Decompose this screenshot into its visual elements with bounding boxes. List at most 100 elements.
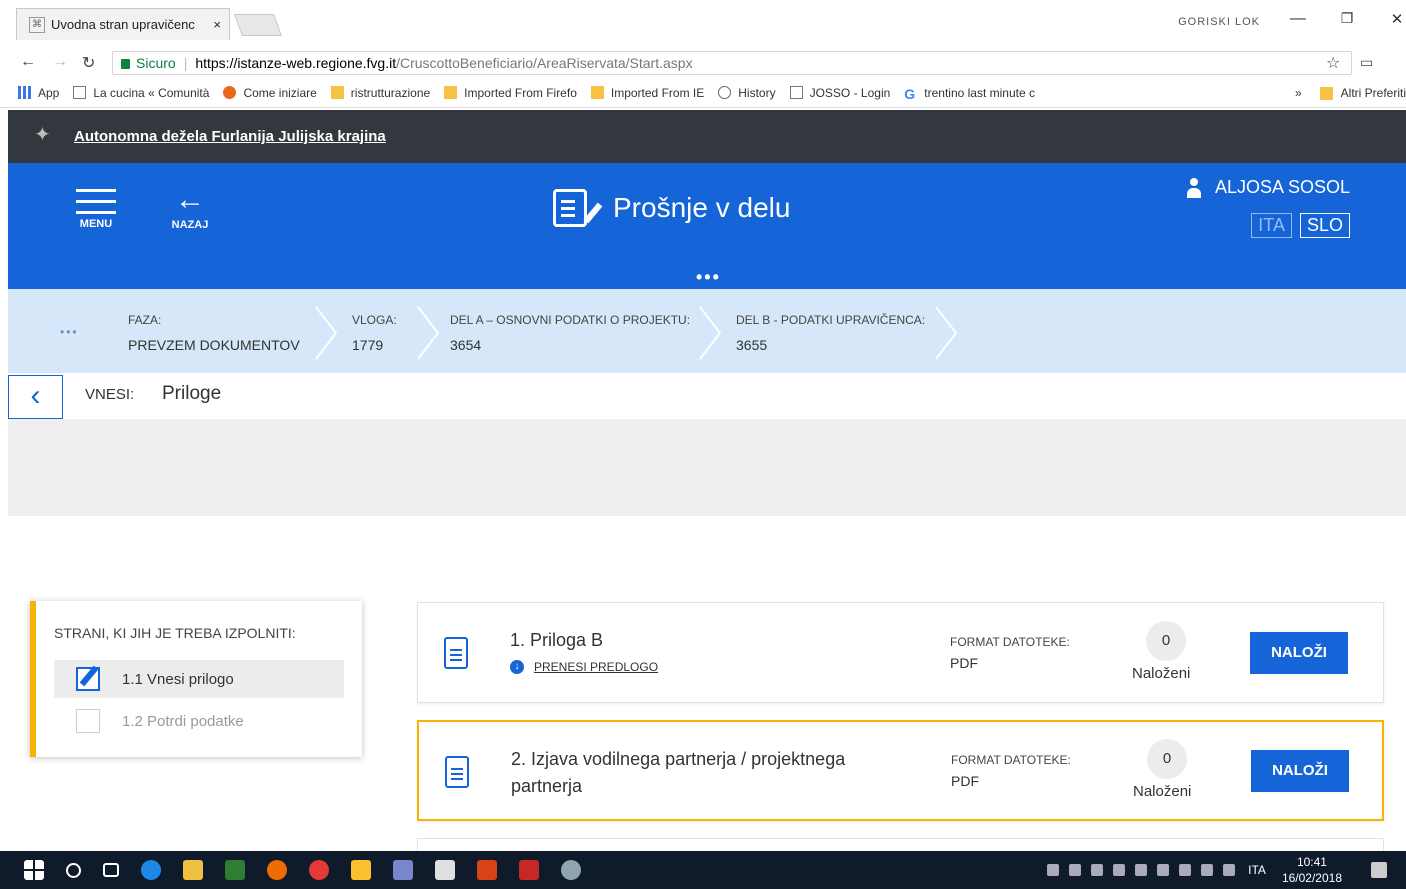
attachment-name: 2. Izjava vodilnega partnerja / projektn…	[511, 749, 846, 796]
upload-button[interactable]: NALOŽI	[1250, 632, 1348, 674]
back-label: NAZAJ	[171, 219, 209, 231]
bookmark-item[interactable]: La cucina « Comunità	[73, 86, 209, 100]
back-arrow-icon: ←	[175, 183, 205, 216]
file-icon	[445, 756, 469, 788]
bookmark-star-icon[interactable]: ☆	[1326, 53, 1340, 73]
wifi-icon[interactable]	[1179, 864, 1192, 876]
clock[interactable]: 10:41 16/02/2018	[1282, 854, 1342, 886]
bookmark-item[interactable]: History	[718, 86, 776, 100]
people-icon[interactable]	[1047, 864, 1060, 876]
hamburger-icon	[74, 189, 118, 214]
tray-app-icon[interactable]	[1223, 864, 1236, 876]
file-format: FORMAT DATOTEKE: PDF	[951, 753, 1071, 789]
upload-button[interactable]: NALOŽI	[1251, 750, 1349, 792]
attachment-card-partial	[417, 838, 1384, 852]
steps-card: STRANI, KI JIH JE TREBA IZPOLNITI: 1.1 V…	[30, 601, 362, 757]
step-item-enter-attachment[interactable]: 1.1 Vnesi prilogo	[54, 660, 344, 698]
chrome-icon[interactable]	[309, 860, 329, 880]
notifications-icon[interactable]	[1371, 862, 1387, 878]
powerpoint-icon[interactable]	[477, 860, 497, 880]
file-explorer-icon[interactable]	[183, 860, 203, 880]
checkbox-icon	[76, 709, 100, 733]
cast-icon[interactable]: ▭	[1360, 54, 1373, 71]
upload-count-badge: 0	[1147, 739, 1187, 779]
back-arrow-icon[interactable]: ←	[20, 53, 36, 71]
winrar-icon[interactable]	[393, 860, 413, 880]
paint-icon[interactable]	[561, 860, 581, 880]
download-icon: ↓	[510, 660, 524, 674]
tab-close-icon[interactable]: ×	[213, 17, 221, 32]
url-path: /CruscottoBeneficiario/AreaRiservata/Sta…	[396, 55, 693, 71]
other-bookmarks[interactable]: Altri Preferiti	[1341, 86, 1406, 100]
lang-slo-button[interactable]: SLO	[1299, 213, 1350, 238]
breadcrumb-chevron-icon	[417, 306, 440, 360]
previous-step-button[interactable]: ‹	[8, 375, 63, 419]
bookmarks-right: » Altri Preferiti	[1295, 78, 1406, 107]
network-icon[interactable]	[1157, 864, 1170, 876]
back-button[interactable]: ← NAZAJ	[168, 183, 212, 232]
url-host: https://istanze-web.regione.fvg.it	[195, 55, 397, 71]
acrobat-icon[interactable]	[519, 860, 539, 880]
omnibox[interactable]: Sicuro | https://istanze-web.regione.fvg…	[112, 51, 1352, 75]
step-item-confirm-data[interactable]: 1.2 Potrdi podatke	[54, 702, 344, 740]
expand-dots-button[interactable]: •••	[696, 267, 721, 288]
step-row: ‹ VNESI: Priloge	[8, 373, 1406, 419]
attachment-card: 1. Priloga B ↓ PRENESI PREDLOGO FORMAT D…	[417, 602, 1384, 703]
language-switch: ITA SLO	[1243, 213, 1350, 238]
language-indicator[interactable]: ITA	[1248, 863, 1266, 877]
maximize-button[interactable]: ❐	[1332, 10, 1362, 27]
download-template-link[interactable]: ↓ PRENESI PREDLOGO	[510, 660, 658, 674]
google-icon: G	[904, 86, 916, 102]
breadcrumb-chevron-icon	[699, 306, 722, 360]
mail-icon[interactable]	[435, 860, 455, 880]
firefox-icon[interactable]	[267, 860, 287, 880]
reload-icon[interactable]: ↻	[82, 53, 95, 73]
user-info[interactable]: ALJOSA SOSOL	[1186, 177, 1350, 198]
menu-button[interactable]: MENU	[74, 189, 118, 230]
bookmark-item[interactable]: Imported From IE	[590, 86, 704, 100]
region-eagle-icon: ✦	[34, 123, 51, 146]
forward-arrow-icon[interactable]: →	[52, 53, 68, 71]
tray-app-icon[interactable]	[1113, 864, 1126, 876]
edge-icon[interactable]	[141, 860, 161, 880]
excel-icon[interactable]	[225, 860, 245, 880]
file-format: FORMAT DATOTEKE: PDF	[950, 635, 1070, 671]
bookmark-item[interactable]: Gtrentino last minute c	[904, 86, 1035, 103]
edit-document-icon	[553, 189, 587, 227]
app-icon[interactable]	[351, 860, 371, 880]
windows-taskbar: ITA 10:41 16/02/2018	[0, 851, 1406, 889]
profile-label[interactable]: GORISKI LOK	[1178, 16, 1260, 28]
secure-label: Sicuro	[136, 55, 176, 71]
breadcrumb-item-part-a: DEL A – OSNOVNI PODATKI O PROJEKTU: 3654	[450, 313, 691, 353]
search-icon[interactable]	[66, 862, 81, 878]
bookmark-item[interactable]: App	[18, 86, 59, 100]
volume-icon[interactable]	[1201, 864, 1214, 876]
close-window-button[interactable]: ✕	[1382, 10, 1406, 28]
folder-icon	[590, 86, 604, 99]
attachment-name: 1. Priloga B	[510, 630, 604, 650]
bookmark-item[interactable]: Imported From Firefo	[444, 86, 577, 100]
user-name: ALJOSA SOSOL	[1214, 177, 1350, 197]
tray-app-icon[interactable]	[1091, 864, 1104, 876]
cloud-icon[interactable]	[1135, 864, 1148, 876]
region-name-link[interactable]: Autonomna dežela Furlanija Julijska kraj…	[74, 128, 386, 145]
new-tab-button[interactable]	[233, 14, 283, 36]
firefox-icon	[223, 86, 237, 99]
upload-count-badge: 0	[1146, 621, 1186, 661]
browser-tab[interactable]: ⌘ Uvodna stran upravičenc ×	[16, 8, 230, 40]
tray-app-icon[interactable]	[1069, 864, 1082, 876]
bookmarks-overflow-button[interactable]: »	[1295, 86, 1302, 100]
windows-start-icon[interactable]	[24, 860, 44, 880]
bookmark-item[interactable]: JOSSO - Login	[789, 86, 890, 100]
breadcrumb-chevron-icon	[315, 306, 338, 360]
lang-ita-button[interactable]: ITA	[1251, 213, 1292, 238]
upload-count-label: Naloženi	[1133, 783, 1192, 800]
bookmark-item[interactable]: Come iniziare	[223, 86, 317, 100]
bookmark-item[interactable]: ristrutturazione	[330, 86, 430, 100]
task-view-icon[interactable]	[103, 863, 119, 877]
bookmarks-bar: App La cucina « Comunità Come iniziare r…	[0, 78, 1406, 108]
minimize-button[interactable]: —	[1283, 10, 1313, 28]
breadcrumb-dots[interactable]: •••	[60, 325, 79, 339]
file-icon	[444, 637, 468, 669]
step-label: VNESI:	[85, 386, 135, 403]
